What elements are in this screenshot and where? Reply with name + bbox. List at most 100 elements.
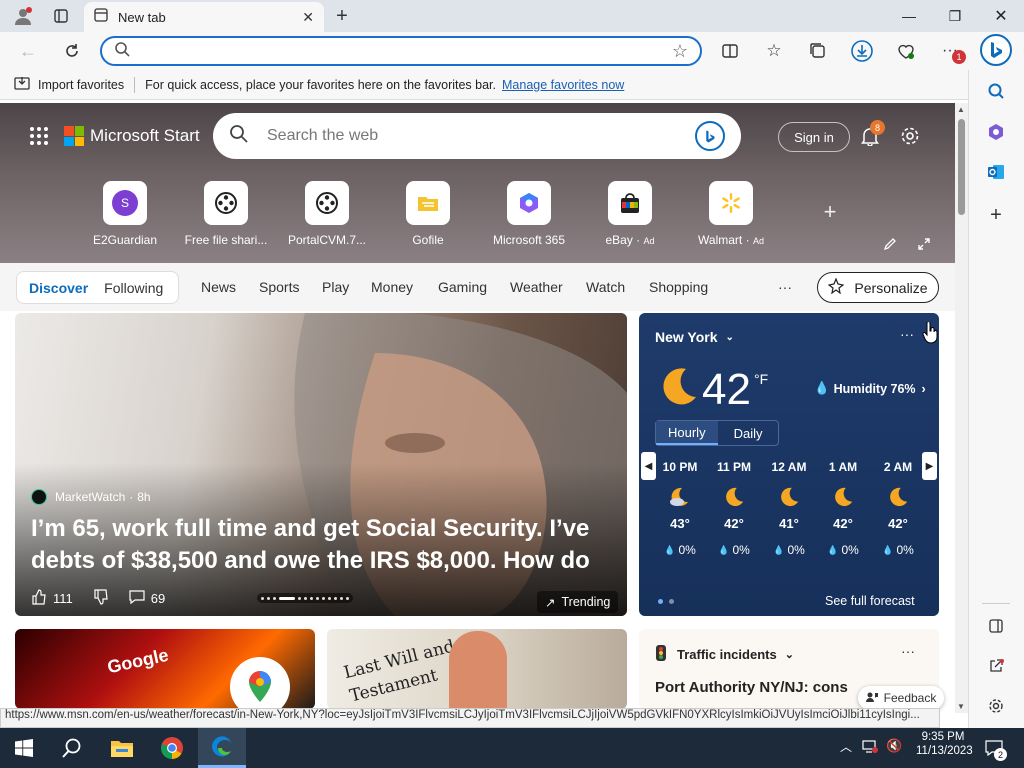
personalize-button[interactable]: Personalize — [817, 272, 939, 303]
favorites-icon[interactable]: ☆ — [760, 37, 788, 65]
quicklink-e2guardian[interactable]: S E2Guardian — [75, 181, 175, 247]
hourly-item[interactable]: 10 PM 43° 💧 0% — [655, 460, 705, 557]
refresh-icon[interactable] — [58, 37, 86, 65]
tab-actions-icon[interactable] — [48, 4, 74, 28]
expand-icon[interactable] — [914, 234, 934, 254]
address-input[interactable] — [140, 43, 672, 59]
hourly-prev-arrow[interactable]: ◀ — [641, 452, 656, 480]
quicklink-label: Gofile — [412, 233, 444, 247]
quicklink-label: Walmart · Ad — [698, 233, 764, 247]
address-bar[interactable]: ☆ — [100, 36, 702, 66]
sidebar-settings-icon[interactable] — [968, 691, 1024, 721]
weather-pager-dots[interactable] — [658, 599, 674, 604]
volume-muted-icon[interactable]: 🔇 — [886, 738, 902, 754]
sidebar-m365-icon[interactable] — [968, 117, 1024, 147]
sidebar-outlook-icon[interactable] — [968, 157, 1024, 187]
nav-shopping[interactable]: Shopping — [649, 279, 708, 295]
add-quicklink-icon[interactable]: + — [818, 199, 842, 224]
network-icon[interactable] — [862, 738, 878, 759]
quicklink-free-file-sharing[interactable]: Free file shari... — [176, 181, 276, 247]
taskbar-search-icon[interactable] — [48, 728, 96, 768]
quicklink-gofile[interactable]: Gofile — [378, 181, 478, 247]
import-favorites-button[interactable]: Import favorites — [14, 76, 124, 93]
hourly-item[interactable]: 2 AM 42° 💧 0% — [873, 460, 923, 557]
sign-in-button[interactable]: Sign in — [778, 122, 850, 152]
quicklink-ebay[interactable]: eBay · Ad — [580, 181, 680, 247]
dislike-icon[interactable] — [93, 589, 109, 608]
traffic-text[interactable]: Port Authority NY/NJ: cons — [655, 679, 848, 696]
restore-icon[interactable]: ❐ — [932, 0, 978, 32]
edge-taskbar-icon[interactable] — [198, 728, 246, 768]
quicklink-microsoft-365[interactable]: Microsoft 365 — [479, 181, 579, 247]
story-card-will[interactable]: Last Will and Testament — [327, 629, 627, 709]
show-hidden-icons[interactable]: ︿ — [840, 738, 852, 755]
quicklink-walmart[interactable]: Walmart · Ad — [681, 181, 781, 247]
scrollbar-thumb[interactable] — [958, 119, 965, 215]
notification-badge: 8 — [870, 120, 885, 135]
feedback-button[interactable]: Feedback — [858, 686, 944, 710]
traffic-header[interactable]: Traffic incidents ⌄ — [655, 645, 794, 664]
story-source[interactable]: MarketWatch · 8h — [31, 489, 151, 505]
page-scrollbar[interactable]: ▲ ▼ — [955, 103, 968, 713]
scroll-down-arrow[interactable]: ▼ — [957, 702, 965, 711]
comment-icon[interactable] — [129, 589, 145, 608]
tab-new-tab[interactable]: New tab ✕ — [84, 2, 324, 32]
sidebar-add-icon[interactable]: + — [968, 200, 1024, 230]
hourly-item[interactable]: 1 AM 42° 💧 0% — [818, 460, 868, 557]
temp-unit[interactable]: °F — [754, 371, 768, 387]
web-search-box[interactable]: Search the web — [213, 113, 741, 159]
new-tab-plus-icon[interactable]: + — [330, 4, 354, 28]
weather-location[interactable]: New York ⌄ — [655, 329, 734, 345]
hourly-item[interactable]: 11 PM 42° 💧 0% — [709, 460, 759, 557]
tab-discover[interactable]: Discover — [17, 280, 100, 296]
like-icon[interactable] — [31, 589, 47, 608]
sidebar-external-icon[interactable] — [968, 651, 1024, 681]
weather-more-icon[interactable]: ··· — [900, 326, 914, 342]
nav-weather[interactable]: Weather — [510, 279, 563, 295]
edit-background-icon[interactable] — [880, 234, 900, 254]
collections-icon[interactable] — [804, 37, 832, 65]
nav-more-icon[interactable]: ··· — [778, 279, 792, 295]
split-screen-icon[interactable] — [716, 37, 744, 65]
favorite-star-icon[interactable]: ☆ — [672, 41, 688, 62]
traffic-more-icon[interactable]: ··· — [901, 643, 915, 659]
system-clock[interactable]: 9:35 PM 11/13/2023 — [916, 731, 973, 757]
app-launcher-icon[interactable] — [30, 127, 48, 145]
downloads-icon[interactable] — [848, 37, 876, 65]
settings-gear-icon[interactable] — [898, 124, 922, 148]
humidity-link[interactable]: 💧 Humidity 76% › — [814, 381, 926, 396]
nav-play[interactable]: Play — [322, 279, 349, 295]
brand-title[interactable]: Microsoft Start — [90, 126, 200, 146]
see-full-forecast-link[interactable]: See full forecast — [825, 594, 915, 608]
minimize-icon[interactable]: — — [886, 0, 932, 32]
file-explorer-icon[interactable] — [98, 728, 146, 768]
back-icon[interactable]: ← — [14, 37, 42, 65]
sidebar-search-icon[interactable] — [968, 76, 1024, 106]
nav-gaming[interactable]: Gaming — [438, 279, 487, 295]
quicklink-portalcvm[interactable]: PortalCVM.7... — [277, 181, 377, 247]
sidebar-panel-icon[interactable] — [968, 611, 1024, 641]
bing-copilot-icon[interactable] — [980, 34, 1012, 66]
profile-icon[interactable] — [10, 4, 36, 28]
manage-favorites-link[interactable]: Manage favorites now — [502, 78, 624, 92]
windows-start-icon[interactable] — [0, 728, 48, 768]
hourly-item[interactable]: 12 AM 41° 💧 0% — [764, 460, 814, 557]
nav-news[interactable]: News — [201, 279, 236, 295]
close-window-icon[interactable]: ✕ — [978, 0, 1024, 32]
bing-search-icon[interactable] — [695, 121, 725, 151]
close-tab-icon[interactable]: ✕ — [302, 9, 314, 26]
tab-following[interactable]: Following — [100, 280, 167, 296]
nav-sports[interactable]: Sports — [259, 279, 299, 295]
hourly-next-arrow[interactable]: ▶ — [922, 452, 937, 480]
chrome-icon[interactable] — [148, 728, 196, 768]
nav-watch[interactable]: Watch — [586, 279, 625, 295]
main-story-card[interactable]: MarketWatch · 8h I’m 65, work full time … — [15, 313, 627, 616]
story-headline[interactable]: I’m 65, work full time and get Social Se… — [31, 513, 616, 577]
story-card-google[interactable]: Google — [15, 629, 315, 709]
nav-money[interactable]: Money — [371, 279, 413, 295]
browser-essentials-icon[interactable] — [892, 37, 920, 65]
scroll-up-arrow[interactable]: ▲ — [957, 105, 965, 114]
tab-daily[interactable]: Daily — [718, 426, 779, 441]
tab-hourly[interactable]: Hourly — [656, 421, 718, 445]
carousel-dots[interactable] — [257, 593, 353, 603]
